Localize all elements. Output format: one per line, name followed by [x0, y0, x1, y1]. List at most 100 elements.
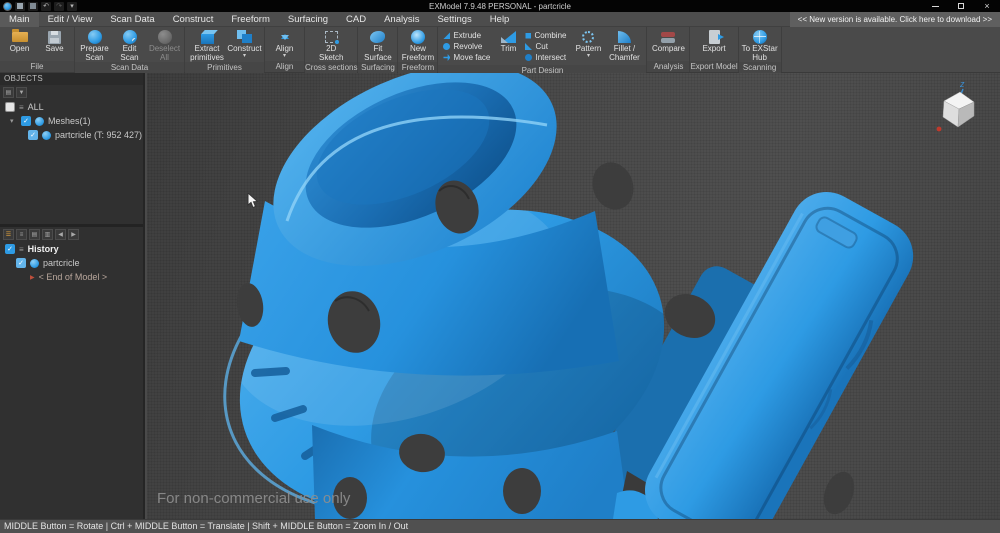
history-checkbox[interactable]: ✓ [5, 244, 15, 254]
history-view-a-icon[interactable]: ▤ [29, 229, 40, 240]
save-all-quick-icon[interactable] [28, 2, 38, 11]
save-button[interactable]: Save [38, 28, 71, 61]
objects-tree: ≡ ALL ▾ ✓ Meshes(1) ✓ partcricle (T: 952… [0, 100, 143, 142]
save-quick-icon[interactable] [15, 2, 25, 11]
cut-button[interactable]: Cut [523, 41, 571, 52]
edit-scan-button[interactable]: Edit Scan [113, 28, 146, 62]
menu-surfacing[interactable]: Surfacing [279, 12, 337, 27]
edit-scan-icon [123, 30, 137, 44]
surface-icon [370, 31, 385, 43]
history-tree-icon[interactable]: ≡ [16, 229, 27, 240]
update-notification[interactable]: << New version is available. Click here … [790, 12, 1000, 27]
prepare-scan-icon [88, 30, 102, 44]
freeform-sphere-icon [411, 30, 425, 44]
minimize-button[interactable] [922, 0, 948, 12]
construct-dropdown-icon[interactable]: ▾ [243, 54, 246, 58]
left-panel: OBJECTS ▤ ▼ ≡ ALL ▾ ✓ Meshes(1) ✓ [0, 73, 145, 519]
app-logo-icon[interactable] [3, 2, 12, 11]
menu-construct[interactable]: Construct [164, 12, 223, 27]
mouse-cursor [247, 193, 261, 209]
history-label: History [28, 244, 59, 254]
objects-expand-icon[interactable]: ▤ [3, 87, 14, 98]
compare-button[interactable]: Compare [650, 28, 686, 61]
titlebar: ↶ ↷ ▾ EXModel 7.9.48 PERSONAL - partcric… [0, 0, 1000, 12]
construct-button[interactable]: Construct ▾ [228, 28, 261, 62]
close-button[interactable]: × [974, 0, 1000, 12]
menu-scan-data[interactable]: Scan Data [101, 12, 163, 27]
new-freeform-button[interactable]: New Freeform [401, 28, 434, 62]
cubes-icon [237, 30, 253, 44]
app-window: ↶ ↷ ▾ EXModel 7.9.48 PERSONAL - partcric… [0, 0, 1000, 533]
objects-filter-icon[interactable]: ▼ [16, 87, 27, 98]
2d-sketch-button[interactable]: 2D Sketch [315, 28, 348, 62]
all-label: ALL [28, 102, 44, 112]
group-label-align: Align [265, 61, 304, 72]
cube-icon [201, 34, 214, 44]
tree-item-history-partcricle[interactable]: ✓ partcricle [0, 256, 143, 270]
ribbon-group-align: Align ▾ Align [265, 27, 305, 72]
revolve-button[interactable]: Revolve [441, 41, 493, 52]
redo-icon[interactable]: ↷ [54, 2, 64, 11]
menubar: Main Edit / View Scan Data Construct Fre… [0, 12, 1000, 27]
group-label-primitives: Primitives [185, 62, 264, 73]
undo-icon[interactable]: ↶ [41, 2, 51, 11]
menu-freeform[interactable]: Freeform [222, 12, 279, 27]
tree-item-partcricle[interactable]: ✓ partcricle (T: 952 427) [0, 128, 143, 142]
meshes-expander-icon[interactable]: ▾ [10, 117, 17, 125]
menu-settings[interactable]: Settings [428, 12, 480, 27]
move-face-button[interactable]: Move face [441, 52, 493, 63]
to-exstar-hub-button[interactable]: To EXStar Hub [742, 28, 778, 62]
folder-icon [12, 32, 28, 42]
deselect-all-button[interactable]: Deselect All [148, 28, 181, 62]
open-button[interactable]: Open [3, 28, 36, 61]
menu-main[interactable]: Main [0, 12, 39, 27]
history-partcricle-checkbox[interactable]: ✓ [16, 258, 26, 268]
combine-button[interactable]: Combine [523, 30, 571, 41]
hub-globe-icon [753, 30, 767, 44]
fillet-chamfer-button[interactable]: Fillet / Chamfer [605, 28, 643, 65]
align-button[interactable]: Align ▾ [268, 28, 301, 61]
tree-item-all[interactable]: ≡ ALL [0, 100, 143, 114]
ribbon-group-file: Open Save File [0, 27, 75, 72]
customize-toolbar-icon[interactable]: ▾ [67, 2, 77, 11]
align-dropdown-icon[interactable]: ▾ [283, 54, 286, 58]
trim-icon [501, 31, 516, 43]
view-cube[interactable]: z [930, 77, 986, 139]
history-view-b-icon[interactable]: ▥ [42, 229, 53, 240]
axis-z-label: z [959, 79, 965, 89]
tree-item-history[interactable]: ✓ ≡ History [0, 242, 143, 256]
prepare-scan-button[interactable]: Prepare Scan [78, 28, 111, 62]
maximize-button[interactable] [948, 0, 974, 12]
all-checkbox[interactable] [5, 102, 15, 112]
viewport-3d[interactable]: z For non-commercial use only [147, 73, 1000, 519]
extract-primitives-button[interactable]: Extract primitives [188, 28, 226, 62]
group-label-cross-sections: Cross sections [305, 62, 357, 73]
intersect-button[interactable]: Intersect [523, 52, 571, 63]
ribbon-group-part-design: Extrude Revolve Move face Trim [438, 27, 647, 72]
history-last-icon[interactable]: ▶ [68, 229, 79, 240]
menu-cad[interactable]: CAD [337, 12, 375, 27]
history-list-icon[interactable]: ☰ [3, 229, 14, 240]
menu-analysis[interactable]: Analysis [375, 12, 428, 27]
extrude-button[interactable]: Extrude [441, 30, 493, 41]
trim-button[interactable]: Trim [495, 28, 521, 65]
deselect-all-icon [158, 30, 172, 44]
floppy-icon [48, 31, 61, 44]
history-first-icon[interactable]: ◀ [55, 229, 66, 240]
menu-help[interactable]: Help [481, 12, 519, 27]
ribbon-group-freeform: New Freeform Freeform [398, 27, 438, 72]
export-button[interactable]: Export [694, 28, 734, 61]
model-canvas[interactable] [147, 73, 1000, 519]
menu-edit-view[interactable]: Edit / View [39, 12, 102, 27]
tree-item-end-of-model[interactable]: ▶ < End of Model > [0, 270, 143, 284]
tree-item-meshes[interactable]: ▾ ✓ Meshes(1) [0, 114, 143, 128]
meshes-checkbox[interactable]: ✓ [21, 116, 31, 126]
fit-surface-button[interactable]: Fit Surface [361, 28, 394, 62]
partcricle-checkbox[interactable]: ✓ [28, 130, 38, 140]
group-label-freeform: Freeform [398, 62, 437, 73]
group-label-file: File [0, 61, 74, 72]
pattern-dropdown-icon[interactable]: ▾ [587, 54, 590, 58]
pattern-button[interactable]: Pattern ▾ [573, 28, 603, 65]
ribbon-group-primitives: Extract primitives Construct ▾ Primitive… [185, 27, 265, 72]
history-icon: ≡ [19, 245, 24, 254]
